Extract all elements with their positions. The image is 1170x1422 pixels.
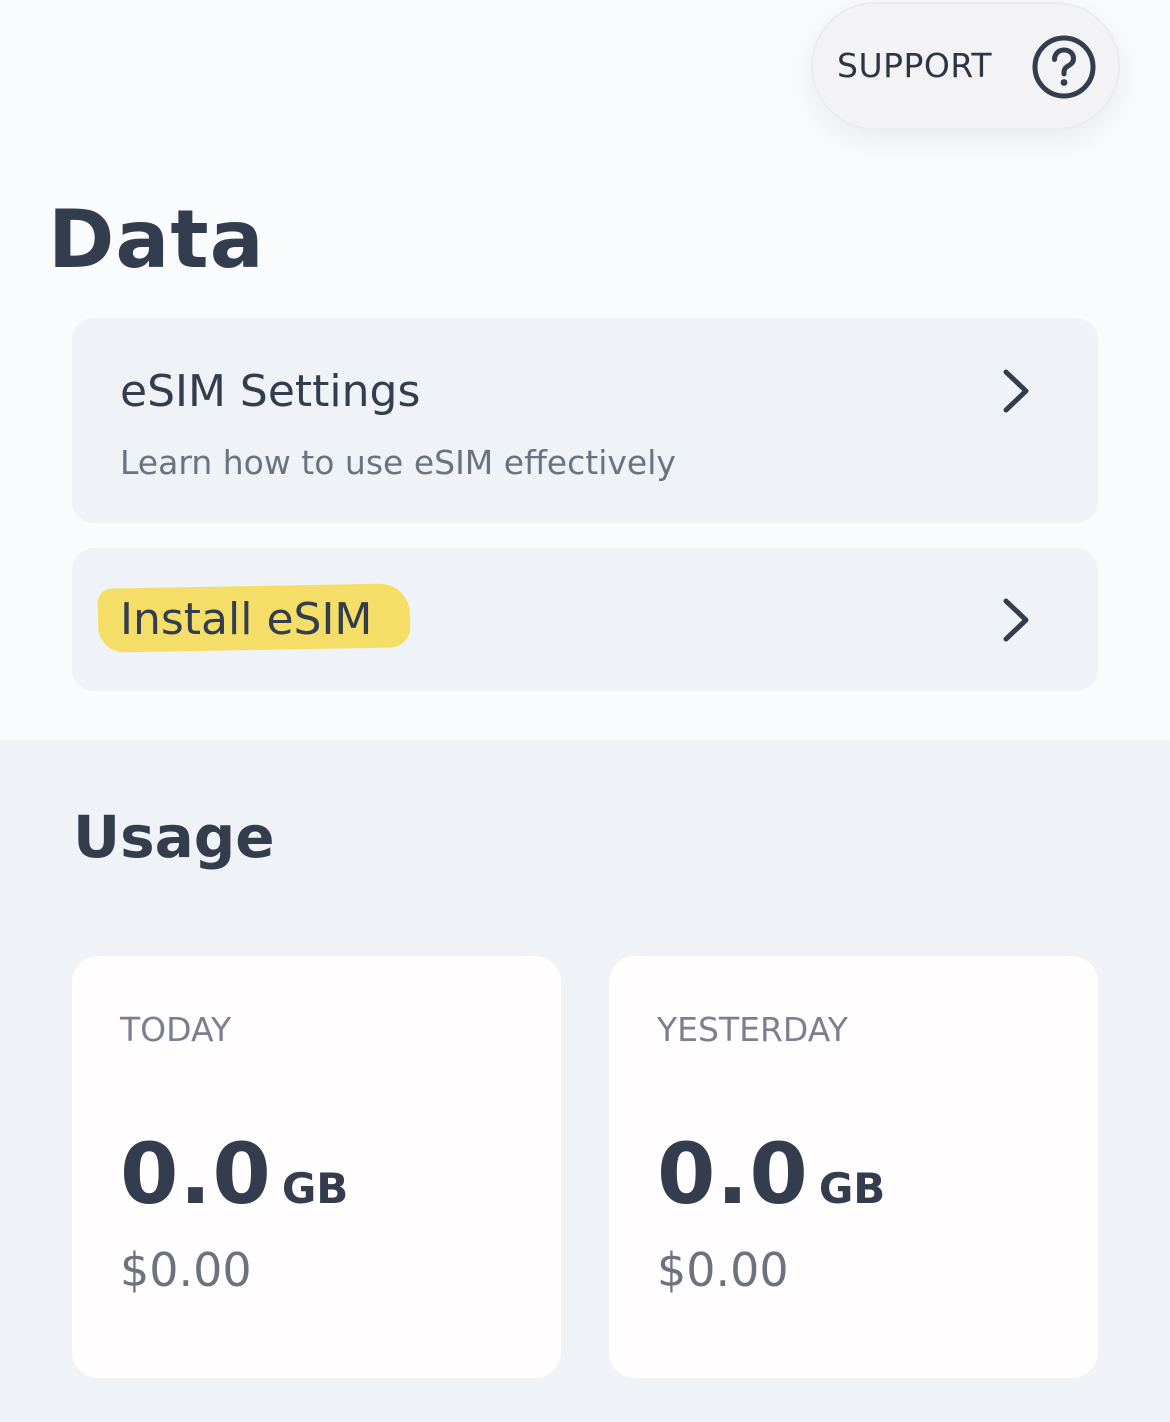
amount-unit: GB [281,1164,349,1213]
install-esim-title: Install eSIM [120,594,373,645]
esim-settings-title: eSIM Settings [120,366,421,417]
cost-value: $0.00 [657,1243,789,1297]
chevron-right-icon [1003,598,1029,642]
amount-value: 0.0 [120,1125,272,1223]
install-esim-row[interactable]: Install eSIM [72,548,1098,691]
page-title: Data [48,193,265,286]
chevron-right-icon [1003,369,1029,413]
usage-amount: 0.0 GB [120,1124,348,1224]
esim-settings-row[interactable]: eSIM Settings Learn how to use eSIM effe… [72,318,1098,523]
period-label: TODAY [120,1010,232,1049]
usage-card-today: TODAY 0.0 GB $0.00 [72,956,561,1378]
question-circle-icon [1032,35,1096,99]
usage-section: Usage TODAY 0.0 GB $0.00 YESTERDAY 0.0 GB … [0,740,1170,1422]
support-button[interactable]: SUPPORT [811,2,1120,130]
support-label: SUPPORT [837,46,993,85]
usage-title: Usage [73,803,275,871]
esim-settings-subtitle: Learn how to use eSIM effectively [120,443,676,482]
amount-value: 0.0 [657,1125,809,1223]
cost-value: $0.00 [120,1243,252,1297]
usage-card-yesterday: YESTERDAY 0.0 GB $0.00 [609,956,1098,1378]
usage-amount: 0.0 GB [657,1124,885,1224]
period-label: YESTERDAY [657,1010,848,1049]
amount-unit: GB [818,1164,886,1213]
